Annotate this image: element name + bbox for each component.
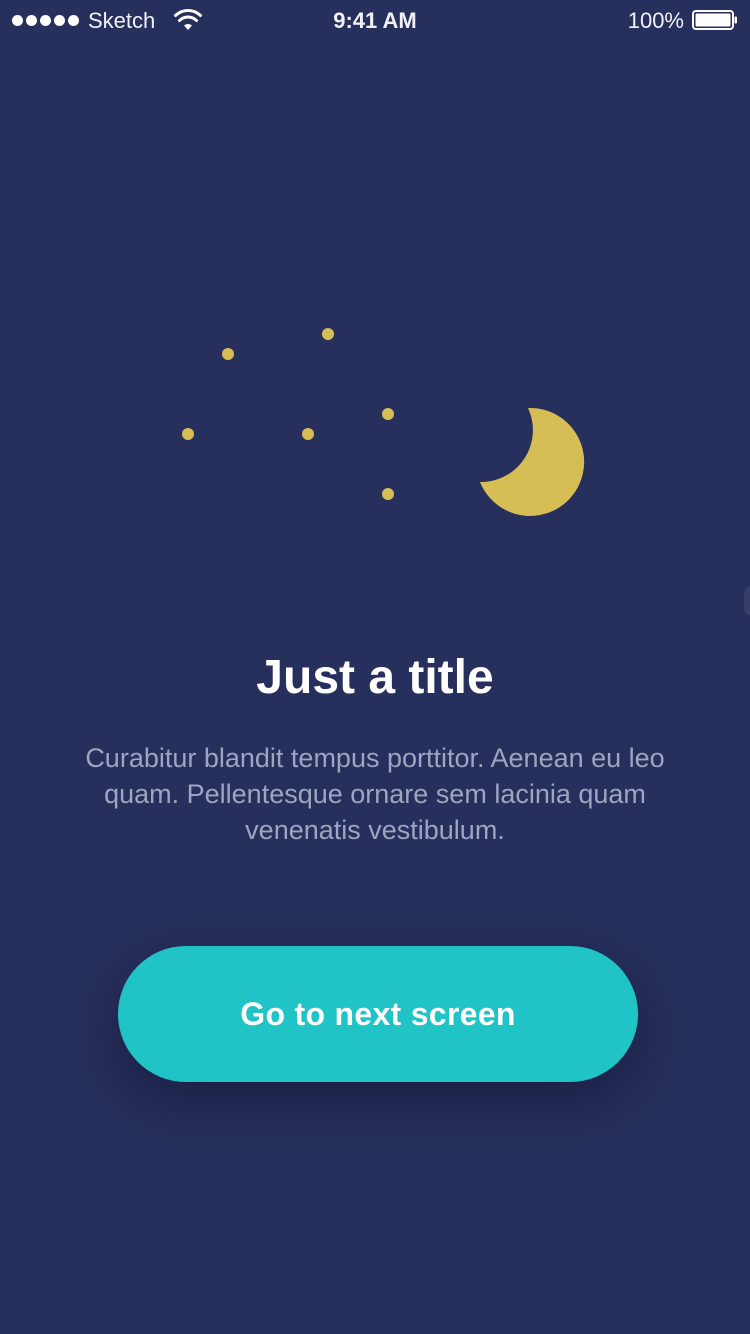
star-dot-icon bbox=[182, 428, 194, 440]
star-dot-icon bbox=[322, 328, 334, 340]
status-bar: Sketch 9:41 AM 100% bbox=[0, 0, 750, 40]
night-illustration bbox=[182, 328, 585, 516]
stars bbox=[182, 328, 394, 500]
star-dot-icon bbox=[382, 408, 394, 420]
battery-icon bbox=[692, 10, 737, 30]
star-dot-icon bbox=[222, 348, 234, 360]
crescent-moon-icon bbox=[480, 407, 585, 516]
edge-handle bbox=[744, 586, 750, 616]
page-title: Just a title bbox=[256, 651, 494, 704]
star-dot-icon bbox=[302, 428, 314, 440]
star-dot-icon bbox=[382, 488, 394, 500]
next-screen-button[interactable]: Go to next screen bbox=[118, 946, 638, 1082]
battery-percent: 100% bbox=[627, 8, 684, 33]
body-text: Curabitur blandit tempus porttitor. Aene… bbox=[85, 743, 665, 845]
